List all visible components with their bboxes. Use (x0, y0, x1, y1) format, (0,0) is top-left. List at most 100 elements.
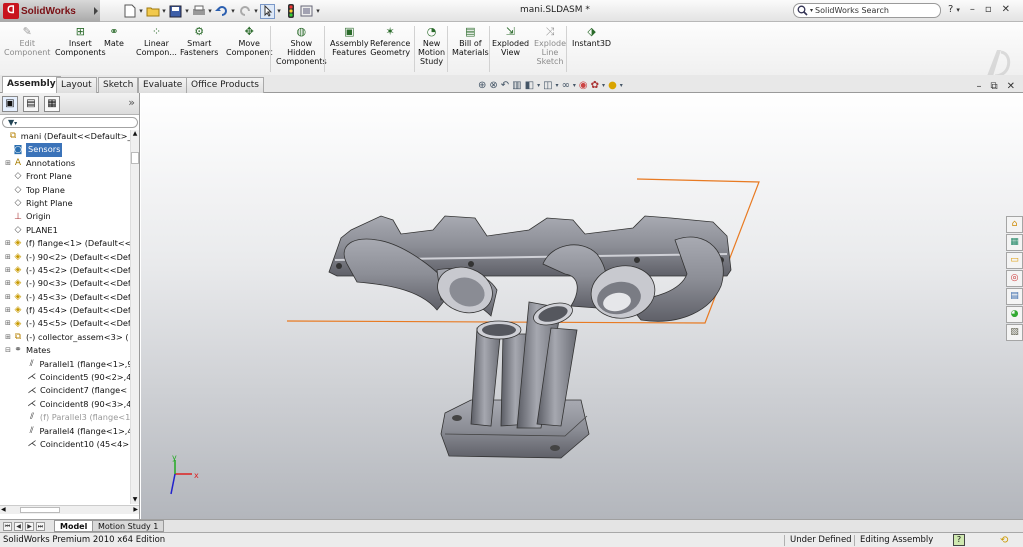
hide-show-items-icon[interactable]: ∞ (562, 80, 570, 91)
tree-item[interactable]: ⊞ ◈ (-) 90<2> (Default<<Def (0, 251, 130, 264)
tree-filter[interactable]: ▼▾ (2, 117, 138, 128)
new-motion-study-button[interactable]: ◔ New Motion Study (418, 24, 445, 67)
tree-item[interactable]: ⋌ Coincident10 (45<4> (0, 438, 130, 451)
tree-item[interactable]: ⊞ ◈ (-) 45<3> (Default<<Def (0, 291, 130, 304)
exhaust-manifold-model[interactable] (328, 215, 732, 459)
open-folder-icon[interactable] (145, 4, 160, 19)
file-explorer-icon[interactable]: ▭ (1006, 252, 1023, 269)
tab-motion-study-1[interactable]: Motion Study 1 (92, 520, 165, 532)
tab-evaluate[interactable]: Evaluate (138, 77, 188, 93)
show-hidden-components-button[interactable]: ◍ Show Hidden Components (276, 24, 327, 67)
expand-toggle-icon[interactable]: ⊟ (4, 344, 12, 357)
apply-scene-icon[interactable]: ✿ (591, 80, 599, 91)
tab-office-products[interactable]: Office Products (186, 77, 264, 93)
expand-toggle-icon[interactable]: ⊞ (4, 237, 12, 250)
expand-toggle-icon[interactable]: ⊞ (4, 331, 12, 344)
viewport-close-button[interactable]: ✕ (1007, 81, 1015, 92)
tree-item[interactable]: ◇ Right Plane (0, 197, 130, 210)
view-palette-icon[interactable]: ▤ (1006, 288, 1023, 305)
solidworks-menu-button[interactable]: ꓷ SolidWorks (0, 0, 100, 22)
graphics-area[interactable]: x y ⌂ ▦ ▭ ◎ ▤ ◕ ▧ (141, 94, 1023, 519)
close-window-button[interactable]: ✕ (1002, 4, 1010, 16)
redo-dropdown-icon[interactable]: ▾ (253, 7, 259, 15)
property-manager-tab-icon[interactable]: ▤ (23, 96, 39, 112)
save-dropdown-icon[interactable]: ▾ (184, 7, 190, 15)
design-library-icon[interactable]: ▦ (1006, 234, 1023, 251)
zoom-to-area-icon[interactable]: ⊗ (489, 80, 497, 91)
expand-toggle-icon[interactable]: ⊞ (4, 291, 12, 304)
view-orientation-dropdown-icon[interactable]: ▾ (537, 82, 540, 89)
tree-item[interactable]: ◇ PLANE1 (0, 224, 130, 237)
first-tab-icon[interactable]: ⏮ (3, 522, 12, 531)
hide-show-dropdown-icon[interactable]: ▾ (573, 82, 576, 89)
help-status-icon[interactable]: ? (953, 534, 965, 546)
linear-component-pattern-button[interactable]: ⁘ Linear Compon... (136, 24, 177, 58)
exploded-view-button[interactable]: ⇲ Exploded View (492, 24, 529, 58)
tab-layout[interactable]: Layout (56, 77, 97, 93)
tab-assembly[interactable]: Assembly (2, 76, 61, 93)
tree-item[interactable]: ⊞ ◈ (-) 45<5> (Default<<Def (0, 317, 130, 330)
edit-appearance-icon[interactable]: ◉ (579, 80, 588, 91)
tree-item[interactable]: ⋌ Coincident5 (90<2>,4 (0, 371, 130, 384)
tree-horizontal-scrollbar[interactable]: ◀ ▶ (0, 505, 139, 514)
search-dropdown-icon[interactable]: ▾ (810, 7, 813, 14)
previous-view-icon[interactable]: ↶ (501, 80, 509, 91)
tree-item[interactable]: ⊥ Origin (0, 210, 130, 223)
feature-manager-tab-icon[interactable]: ▣ (2, 96, 18, 112)
section-view-icon[interactable]: ▥ (512, 80, 521, 91)
tree-item[interactable]: ⋌ Coincident7 (flange< (0, 384, 130, 397)
rebuild-traffic-light-icon[interactable] (283, 4, 298, 19)
hscroll-thumb[interactable] (20, 507, 60, 513)
tree-item[interactable]: ⊟ ⚭ Mates (0, 344, 130, 357)
insert-components-button[interactable]: ⊞ Insert Components (55, 24, 106, 58)
minimize-window-button[interactable]: – (970, 4, 975, 16)
redo-icon[interactable] (237, 4, 252, 19)
tree-item[interactable]: ⫽ Parallel1 (flange<1>,9 (0, 358, 130, 371)
next-tab-icon[interactable]: ▶ (25, 522, 34, 531)
tree-item[interactable]: ◇ Top Plane (0, 184, 130, 197)
move-component-button[interactable]: ✥ Move Component (226, 24, 272, 58)
undo-icon[interactable] (214, 4, 229, 19)
previous-tab-icon[interactable]: ◀ (14, 522, 23, 531)
view-settings-dropdown-icon[interactable]: ▾ (620, 82, 623, 89)
undo-dropdown-icon[interactable]: ▾ (230, 7, 236, 15)
zoom-to-fit-icon[interactable]: ⊕ (478, 80, 486, 91)
expand-toggle-icon[interactable]: ⊞ (4, 157, 12, 170)
rebuild-status-icon[interactable]: ⟲ (1000, 534, 1008, 547)
appearances-scenes-icon[interactable]: ◕ (1006, 306, 1023, 323)
open-dropdown-icon[interactable]: ▾ (161, 7, 167, 15)
tree-item[interactable]: ⊞ A Annotations (0, 157, 130, 170)
panel-collapse-icon[interactable]: » (128, 96, 135, 109)
display-style-icon[interactable]: ◫ (543, 80, 552, 91)
resources-home-icon[interactable]: ⌂ (1006, 216, 1023, 233)
tree-item[interactable]: ⫽ Parallel4 (flange<1>,4 (0, 425, 130, 438)
tree-item[interactable]: ⋌ Coincident8 (90<3>,4 (0, 398, 130, 411)
tree-item[interactable]: ⊞ ◈ (-) 45<2> (Default<<Def (0, 264, 130, 277)
help-dropdown-icon[interactable]: ▾ (956, 4, 960, 16)
display-style-dropdown-icon[interactable]: ▾ (556, 82, 559, 89)
scrollbar-thumb[interactable] (131, 152, 139, 164)
scroll-up-icon[interactable]: ▲ (131, 130, 139, 138)
scroll-right-icon[interactable]: ▶ (133, 506, 138, 513)
viewport-restore-button[interactable]: ⧉ (990, 81, 997, 92)
expand-toggle-icon[interactable]: ⊞ (4, 264, 12, 277)
filter-dropdown-icon[interactable]: ▾ (14, 120, 17, 127)
explode-line-sketch-button[interactable]: ⤨ Explode Line Sketch (534, 24, 566, 67)
mate-button[interactable]: ⚭ Mate (104, 24, 124, 49)
save-icon[interactable] (168, 4, 183, 19)
expand-toggle-icon[interactable]: ⊞ (4, 277, 12, 290)
options-icon[interactable] (299, 4, 314, 19)
expand-toggle-icon[interactable]: ⊞ (4, 251, 12, 264)
tree-item[interactable]: ⊞ ⧉ (-) collector_assem<3> ( (0, 331, 130, 344)
tree-item[interactable]: ⊞ ◈ (f) 45<4> (Default<<Def (0, 304, 130, 317)
search-input[interactable]: SolidWorks Search (815, 6, 889, 15)
view-orientation-icon[interactable]: ◧ (525, 80, 534, 91)
tree-item[interactable]: ⊞ ◈ (f) flange<1> (Default<< (0, 237, 130, 250)
expand-toggle-icon[interactable]: ⊞ (4, 304, 12, 317)
tree-item[interactable]: ⫽ (f) Parallel3 (flange<1 (0, 411, 130, 424)
reference-geometry-button[interactable]: ✶ Reference Geometry (370, 24, 410, 58)
scroll-left-icon[interactable]: ◀ (1, 506, 6, 513)
viewport-minimize-button[interactable]: – (976, 81, 981, 92)
last-tab-icon[interactable]: ⏭ (36, 522, 45, 531)
configuration-manager-tab-icon[interactable]: ▦ (44, 96, 60, 112)
